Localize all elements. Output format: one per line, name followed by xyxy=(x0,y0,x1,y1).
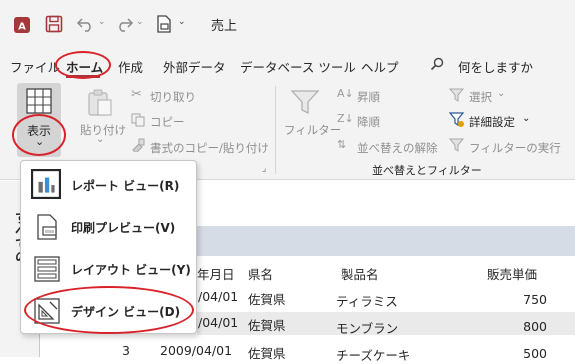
row1-prefecture: 佐賀県 xyxy=(248,292,286,307)
cut-button[interactable]: 切り取り xyxy=(150,89,196,105)
row3-prefecture: 佐賀県 xyxy=(248,346,286,361)
menu-item-layout-view[interactable]: レイアウト ビュー(Y) xyxy=(21,249,196,289)
clear-sort-icon[interactable]: ⇅ xyxy=(337,138,346,151)
tab-home[interactable]: ホーム xyxy=(66,57,103,76)
menu-item-design-view-label: デザイン ビュー(D) xyxy=(71,305,181,319)
sort-descending-icon[interactable]: Z↓ xyxy=(337,112,354,125)
paste-icon[interactable] xyxy=(86,88,114,118)
toggle-filter-button[interactable]: フィルターの実行 xyxy=(469,140,561,156)
datasheet-view-icon xyxy=(26,88,52,114)
row2-date: /04/01 xyxy=(198,315,239,330)
search-icon[interactable] xyxy=(430,57,444,71)
selection-filter-icon[interactable] xyxy=(449,88,464,102)
layout-view-icon xyxy=(34,256,60,282)
format-painter-button[interactable]: 書式のコピー/貼り付け xyxy=(150,140,269,156)
menu-item-print-preview-label: 印刷プレビュー(V) xyxy=(71,221,176,235)
column-header-price: 販売単価 xyxy=(487,267,538,282)
advanced-dropdown-icon[interactable]: ⌄ xyxy=(522,113,530,124)
sort-descending-button[interactable]: 降順 xyxy=(357,114,380,130)
view-button[interactable]: 表示 ⌄ xyxy=(17,83,61,157)
filter-icon[interactable] xyxy=(290,88,320,116)
tab-external-data[interactable]: 外部データ xyxy=(163,57,226,76)
row1-price: 750 xyxy=(523,292,547,307)
menu-item-print-preview[interactable]: 印刷プレビュー(V) xyxy=(21,207,196,247)
view-dropdown-menu: レポート ビュー(R) 印刷プレビュー(V) レイアウト ビュー(Y) デザイン… xyxy=(20,160,197,334)
qat-customize-icon[interactable]: ⌄ xyxy=(178,17,186,27)
advanced-filter-icon[interactable] xyxy=(449,112,465,128)
menu-item-report-view[interactable]: レポート ビュー(R) xyxy=(21,165,196,205)
cut-icon[interactable]: ✂ xyxy=(131,87,142,102)
undo-icon[interactable] xyxy=(76,15,96,33)
save-icon[interactable] xyxy=(44,14,64,34)
sort-filter-group-label: 並べ替えとフィルター xyxy=(372,164,482,177)
paste-dropdown-icon[interactable]: ⌄ xyxy=(96,134,104,145)
print-preview-icon xyxy=(37,214,57,240)
redo-dropdown-icon[interactable]: ⌄ xyxy=(136,17,144,27)
chevron-down-icon: ⌄ xyxy=(35,135,45,148)
window-title: 売上 xyxy=(211,19,238,34)
copy-icon[interactable] xyxy=(131,113,145,127)
column-header-date: 年月日 xyxy=(197,267,235,282)
row2-prefecture: 佐賀県 xyxy=(248,318,286,333)
report-view-icon xyxy=(31,169,61,199)
filter-button[interactable]: フィルター xyxy=(284,122,341,138)
row3-price: 500 xyxy=(523,346,547,361)
clipboard-launcher-icon[interactable]: ⌟ xyxy=(262,164,266,174)
menu-item-report-view-label: レポート ビュー(R) xyxy=(71,179,180,193)
redo-icon[interactable] xyxy=(114,15,134,33)
sort-ascending-icon[interactable]: A↓ xyxy=(337,87,354,100)
ribbon-separator xyxy=(275,86,276,174)
access-logo-icon: A xyxy=(14,17,30,33)
selection-button[interactable]: 選択 xyxy=(469,89,492,105)
menu-item-layout-view-label: レイアウト ビュー(Y) xyxy=(71,263,191,277)
copy-button[interactable]: コピー xyxy=(150,114,185,130)
tab-help[interactable]: ヘルプ xyxy=(361,57,399,76)
clear-sort-button[interactable]: 並べ替えの解除 xyxy=(357,140,438,156)
selection-dropdown-icon[interactable]: ⌄ xyxy=(497,88,505,99)
report-header-band xyxy=(197,226,575,256)
tab-create[interactable]: 作成 xyxy=(118,57,143,76)
row1-date: /04/01 xyxy=(198,289,239,304)
row3-date: 2009/04/01 xyxy=(160,343,233,358)
row3-id: 3 xyxy=(122,343,130,358)
column-header-product: 製品名 xyxy=(341,267,379,282)
format-painter-icon[interactable] xyxy=(131,138,145,152)
title-bar: A ⌄ ⌄ ⌄ 売上 xyxy=(0,0,575,48)
svg-text:A: A xyxy=(18,22,26,33)
design-view-icon xyxy=(34,298,60,324)
tab-database-tools[interactable]: データベース ツール xyxy=(240,57,356,76)
row2-price: 800 xyxy=(523,319,547,334)
tab-home-underline xyxy=(66,75,100,78)
row2-product: モンブラン xyxy=(336,321,399,336)
tab-file[interactable]: ファイル xyxy=(10,57,60,76)
row3-product: チーズケーキ xyxy=(336,348,411,363)
undo-dropdown-icon[interactable]: ⌄ xyxy=(98,17,106,27)
menu-item-design-view[interactable]: デザイン ビュー(D) xyxy=(21,291,196,331)
column-header-prefecture: 県名 xyxy=(248,267,274,282)
advanced-button[interactable]: 詳細設定 xyxy=(469,114,515,130)
toggle-filter-icon[interactable] xyxy=(449,138,464,152)
tell-me-search[interactable]: 何をしますか xyxy=(458,57,533,76)
row1-product: ティラミス xyxy=(336,294,398,309)
sort-ascending-button[interactable]: 昇順 xyxy=(357,89,380,105)
print-preview-qat-icon[interactable] xyxy=(154,14,174,34)
